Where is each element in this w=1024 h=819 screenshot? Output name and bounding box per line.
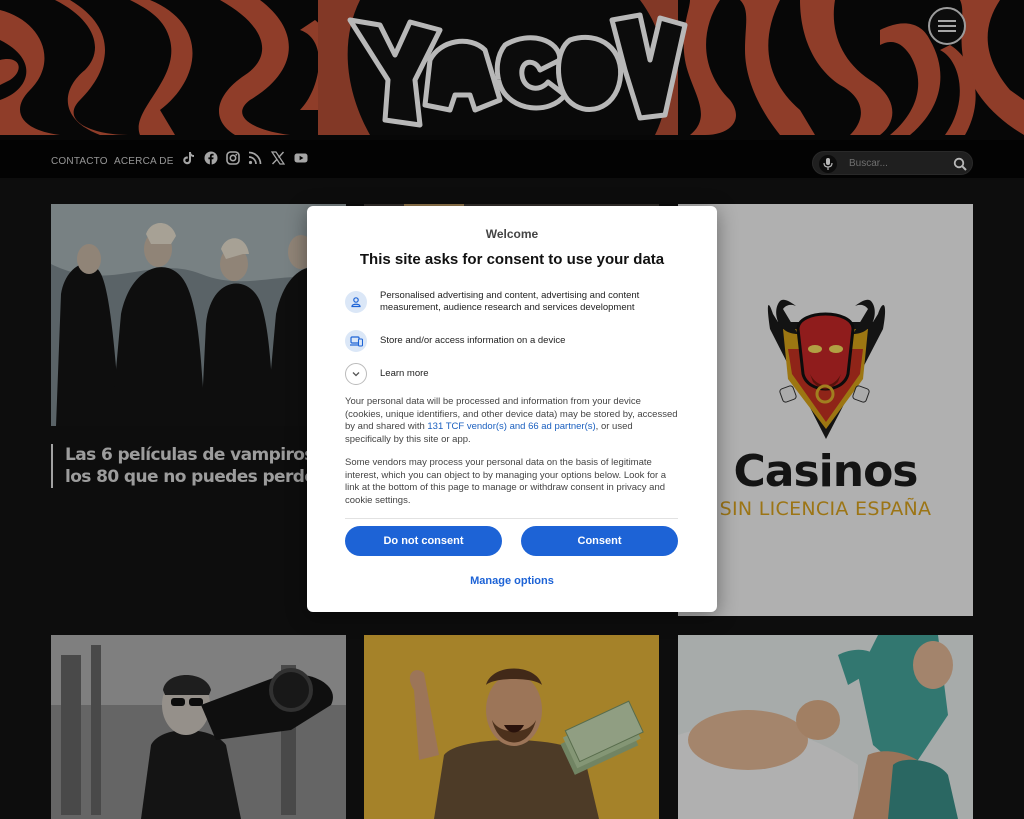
chevron-down-icon bbox=[345, 363, 367, 385]
manage-options-link[interactable]: Manage options bbox=[307, 575, 717, 587]
page: YACONIC CONTACTO ACERCA DE Buscar... Las… bbox=[0, 0, 1024, 819]
vendors-link[interactable]: 131 TCF vendor(s) and 66 ad partner(s) bbox=[427, 421, 595, 432]
purpose-store-access: Store and/or access information on a dev… bbox=[345, 330, 680, 352]
person-icon bbox=[345, 291, 367, 313]
learn-more-toggle[interactable]: Learn more bbox=[345, 363, 680, 385]
consent-button[interactable]: Consent bbox=[521, 526, 678, 556]
devices-icon bbox=[345, 330, 367, 352]
consent-body-1: Your personal data will be processed and… bbox=[345, 396, 681, 446]
purpose-label: Store and/or access information on a dev… bbox=[380, 335, 566, 346]
do-not-consent-button[interactable]: Do not consent bbox=[345, 526, 502, 556]
consent-welcome: Welcome bbox=[485, 227, 539, 241]
purpose-label: Personalised advertising and content, ad… bbox=[380, 290, 640, 313]
purpose-personalised-advertising: Personalised advertising and content, ad… bbox=[345, 290, 680, 314]
consent-dialog: Welcome This site asks for consent to us… bbox=[307, 206, 717, 612]
consent-heading: This site asks for consent to use your d… bbox=[359, 251, 665, 268]
divider bbox=[345, 518, 678, 519]
consent-body-2: Some vendors may process your personal d… bbox=[345, 457, 667, 506]
learn-more-label: Learn more bbox=[380, 368, 429, 379]
